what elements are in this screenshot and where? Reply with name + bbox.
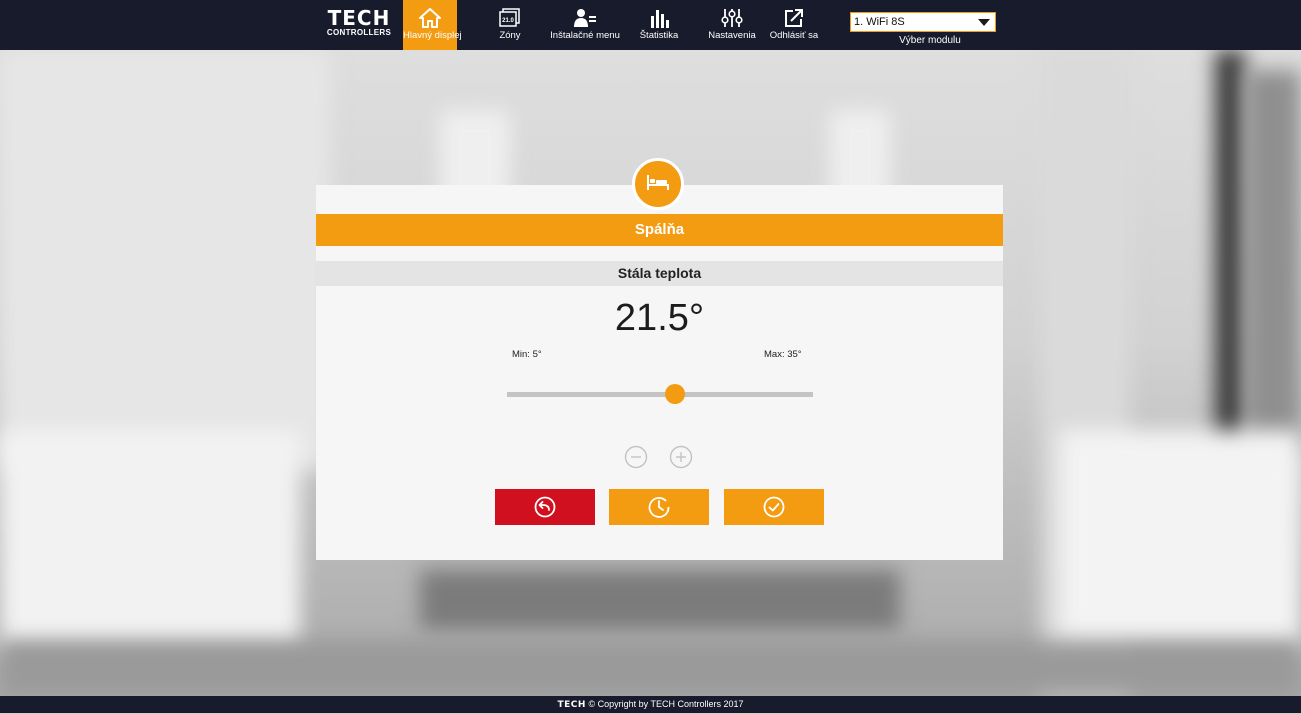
svg-text:21.0: 21.0 [502,18,514,24]
footer-logo: TECH [557,700,586,710]
statistics-icon [651,10,669,28]
nav-installer-menu[interactable]: Inštalačné menu [547,0,623,50]
increase-button[interactable] [669,445,693,469]
check-icon [763,496,785,518]
temperature-slider[interactable] [507,384,813,404]
confirm-button[interactable] [724,489,824,525]
logo-subtext: CONTROLLERS [326,28,392,37]
bed-icon [647,175,669,190]
logout-icon [785,9,803,27]
nav-label: Hlavný displej [403,30,462,41]
home-icon [419,8,441,28]
nav-settings[interactable]: Nastavenia [704,0,760,50]
clock-icon [648,497,670,518]
module-select-value: 1. WiFi 8S [854,16,905,28]
module-select-caption: Výber modulu [899,35,961,46]
nav-label: Inštalačné menu [550,30,620,41]
nav-label: Zóny [499,30,521,41]
zone-icon-badge [632,158,684,210]
tech-logo[interactable]: TECH CONTROLLERS [324,8,394,38]
footer: TECH © Copyright by TECH Controllers 201… [0,696,1301,713]
settings-icon [721,9,743,27]
nav-label: Nastavenia [708,30,756,41]
logo-text: TECH [327,6,391,30]
schedule-button[interactable] [609,489,709,525]
zone-title: Spálňa [316,214,1003,246]
zones-icon: 21.0 [499,8,520,27]
nav-label: Štatistika [639,30,679,41]
nav-label: Odhlásiť sa [769,30,819,41]
footer-copyright: © Copyright by TECH Controllers 2017 [588,699,744,709]
nav-zones[interactable]: 21.0 Zóny [490,0,530,50]
zone-mode: Stála teplota [316,261,1003,286]
chevron-down-icon [978,19,990,26]
installer-icon [574,9,596,27]
nav-logout[interactable]: Odhlásiť sa [765,0,823,50]
back-button[interactable] [495,489,595,525]
set-temperature: 21.5° [614,297,705,339]
max-label: Max: 35° [764,349,802,360]
nav-statistics[interactable]: Štatistika [634,0,684,50]
min-label: Min: 5° [512,349,542,360]
nav-main-display[interactable]: Hlavný displej [403,0,462,50]
decrease-button[interactable] [624,445,648,469]
back-arrow-icon [534,496,556,518]
module-select[interactable]: 1. WiFi 8S [850,12,996,32]
